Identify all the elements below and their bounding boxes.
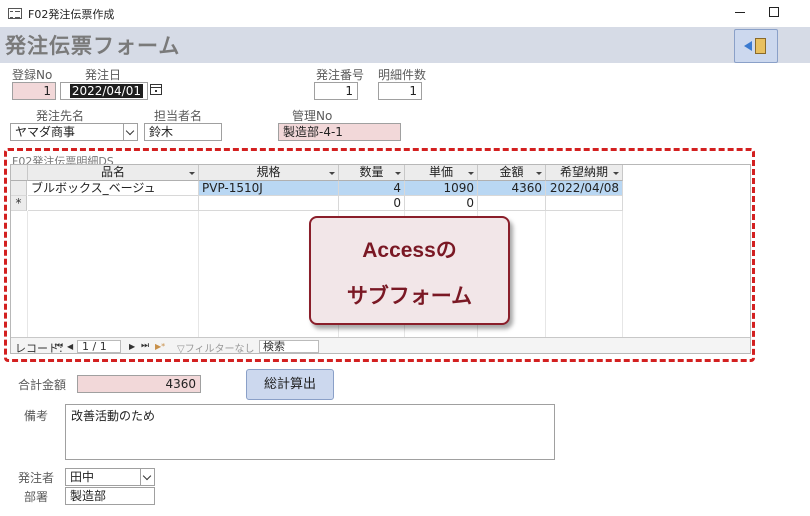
new-cell-qty[interactable]: 0 bbox=[339, 196, 405, 211]
form-title: 発注伝票フォーム bbox=[5, 34, 181, 58]
select-all-corner[interactable] bbox=[11, 165, 28, 181]
reg-no-field[interactable]: 1 bbox=[12, 82, 56, 100]
callout-line-2: サブフォーム bbox=[346, 285, 473, 308]
filter-label: フィルターなし bbox=[184, 344, 255, 354]
sort-dropdown-icon[interactable] bbox=[536, 172, 542, 175]
sort-dropdown-icon[interactable] bbox=[189, 172, 195, 175]
search-input[interactable]: 検索 bbox=[259, 340, 319, 353]
new-cell-amount[interactable] bbox=[478, 196, 546, 211]
new-cell-spec[interactable] bbox=[199, 196, 339, 211]
cell-qty[interactable]: 4 bbox=[339, 181, 405, 196]
filter-toggle[interactable]: ▽フィルターなし bbox=[177, 340, 255, 354]
col-header-qty[interactable]: 数量 bbox=[339, 165, 405, 181]
col-header-due-date[interactable]: 希望納期 bbox=[546, 165, 623, 181]
new-record-icon[interactable]: ▶* bbox=[155, 342, 165, 351]
reg-no-label: 登録No bbox=[12, 68, 53, 82]
grid-line bbox=[545, 211, 546, 337]
cell-product[interactable]: ブルボックス_ベージュ bbox=[28, 181, 199, 196]
grid-line bbox=[622, 211, 623, 337]
person-label: 担当者名 bbox=[154, 109, 203, 123]
chevron-down-icon[interactable] bbox=[123, 124, 137, 140]
exit-arrow-icon bbox=[744, 41, 752, 51]
cell-spec[interactable]: PVP-1510J bbox=[199, 181, 339, 196]
calc-total-button[interactable]: 総計算出 bbox=[246, 369, 334, 400]
close-form-button[interactable] bbox=[734, 29, 778, 63]
new-cell-due-date[interactable] bbox=[546, 196, 623, 211]
grid-line bbox=[198, 211, 199, 337]
orderer-label: 発注者 bbox=[18, 471, 55, 485]
dept-field[interactable]: 製造部 bbox=[65, 487, 155, 505]
col-header-amount[interactable]: 金額 bbox=[478, 165, 546, 181]
new-cell-product[interactable] bbox=[28, 196, 199, 211]
grid-line bbox=[27, 211, 28, 337]
remarks-textarea[interactable]: 改善活動のため bbox=[65, 404, 555, 460]
cell-due-date[interactable]: 2022/04/08 bbox=[546, 181, 623, 196]
detail-count-field[interactable]: 1 bbox=[378, 82, 422, 100]
col-header-product[interactable]: 品名 bbox=[28, 165, 199, 181]
dept-label: 部署 bbox=[24, 490, 49, 504]
cell-unit-price[interactable]: 1090 bbox=[405, 181, 478, 196]
sort-dropdown-icon[interactable] bbox=[329, 172, 335, 175]
exit-door-icon bbox=[755, 38, 766, 54]
sort-dropdown-icon[interactable] bbox=[468, 172, 474, 175]
calendar-icon[interactable] bbox=[150, 84, 162, 95]
total-field[interactable]: 4360 bbox=[77, 375, 201, 393]
form-window-icon bbox=[8, 8, 22, 19]
orderer-value: 田中 bbox=[70, 470, 95, 484]
supplier-value: ヤマダ商事 bbox=[15, 125, 76, 139]
prev-record-icon[interactable]: ◀ bbox=[67, 342, 73, 351]
order-date-label: 発注日 bbox=[85, 68, 122, 82]
subform-callout: Accessの サブフォーム bbox=[309, 216, 510, 325]
new-row-marker[interactable]: * bbox=[11, 196, 27, 211]
orderer-combo[interactable]: 田中 bbox=[65, 468, 155, 486]
record-navigation-bar: レコード: ⏮ ◀ 1 / 1 ▶ ⏭ ▶* ▽フィルターなし 検索 bbox=[11, 337, 750, 354]
maximize-button[interactable] bbox=[769, 7, 779, 17]
window-title: F02発注伝票作成 bbox=[28, 8, 115, 21]
mgmt-no-label: 管理No bbox=[292, 109, 333, 123]
window-titlebar bbox=[0, 0, 810, 27]
order-no-field[interactable]: 1 bbox=[314, 82, 358, 100]
cell-amount[interactable]: 4360 bbox=[478, 181, 546, 196]
supplier-label: 発注先名 bbox=[36, 109, 85, 123]
total-label: 合計金額 bbox=[18, 378, 67, 392]
col-header-unit-price[interactable]: 単価 bbox=[405, 165, 478, 181]
person-field[interactable]: 鈴木 bbox=[144, 123, 222, 141]
order-date-value: 2022/04/01 bbox=[69, 84, 143, 98]
next-record-icon[interactable]: ▶ bbox=[129, 342, 135, 351]
mgmt-no-field[interactable]: 製造部-4-1 bbox=[278, 123, 401, 141]
last-record-icon[interactable]: ⏭ bbox=[141, 341, 149, 351]
chevron-down-icon[interactable] bbox=[140, 469, 154, 485]
callout-line-1: Accessの bbox=[362, 239, 457, 262]
sort-dropdown-icon[interactable] bbox=[395, 172, 401, 175]
supplier-combo[interactable]: ヤマダ商事 bbox=[10, 123, 138, 141]
order-no-label: 発注番号 bbox=[316, 68, 365, 82]
first-record-icon[interactable]: ⏮ bbox=[55, 341, 63, 351]
sort-dropdown-icon[interactable] bbox=[613, 172, 619, 175]
row-selector[interactable] bbox=[11, 181, 27, 196]
minimize-button[interactable] bbox=[734, 3, 748, 21]
record-position-field[interactable]: 1 / 1 bbox=[77, 340, 121, 353]
detail-count-label: 明細件数 bbox=[378, 68, 427, 82]
funnel-icon: ▽ bbox=[177, 344, 185, 354]
new-cell-unit-price[interactable]: 0 bbox=[405, 196, 478, 211]
col-header-spec[interactable]: 規格 bbox=[199, 165, 339, 181]
order-date-field[interactable]: 2022/04/01 bbox=[60, 82, 148, 100]
remarks-label: 備考 bbox=[24, 409, 49, 423]
